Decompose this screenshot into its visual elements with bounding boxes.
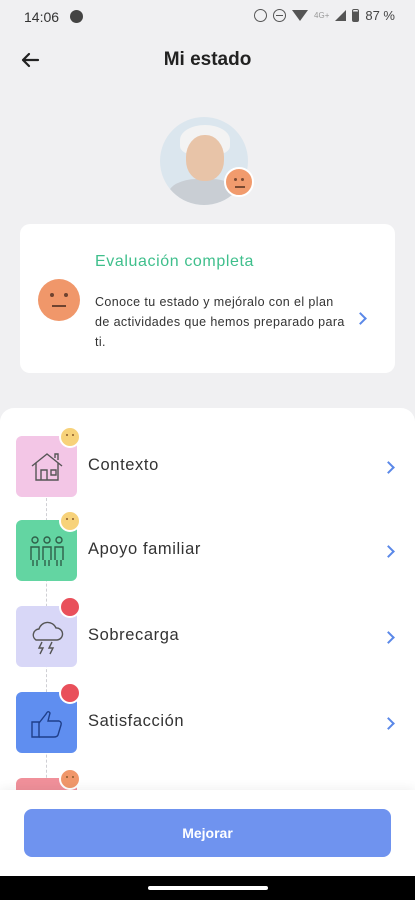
category-label: Satisfacción — [88, 712, 185, 730]
mood-bad-icon — [59, 596, 81, 618]
home-gesture-handle[interactable] — [148, 886, 268, 890]
battery-icon — [352, 9, 360, 22]
storm-cloud-icon — [32, 621, 64, 655]
chevron-right-icon — [354, 312, 367, 325]
app-header: Mi estado — [0, 34, 415, 86]
chevron-right-icon — [382, 545, 395, 558]
family-icon — [30, 536, 64, 566]
mejorar-button[interactable]: Mejorar — [24, 809, 391, 857]
avatar-mood-icon — [224, 167, 254, 197]
category-label: Contexto — [88, 456, 159, 474]
evaluation-title: Evaluación completa — [95, 253, 255, 270]
network-type: 4G+ — [314, 11, 330, 20]
status-time: 14:06 — [24, 9, 60, 25]
house-icon — [31, 453, 63, 481]
avatar-face — [186, 135, 224, 181]
categories-panel: Contexto Apoyo familiar Sobrecarga Satis… — [0, 408, 415, 808]
system-nav-bar — [0, 876, 415, 900]
category-item-satisfaccion[interactable]: Satisfacción — [0, 682, 415, 756]
evaluation-card[interactable]: Evaluación completa Conoce tu estado y m… — [20, 224, 395, 373]
page-title: Mi estado — [163, 49, 252, 70]
evaluation-text: Conoce tu estado y mejóralo con el plan … — [95, 295, 345, 349]
alarm-icon — [254, 9, 268, 22]
mood-bad-icon — [59, 682, 81, 704]
app-notification-icon — [70, 10, 83, 23]
chevron-right-icon — [382, 461, 395, 474]
mood-neutral-icon — [59, 510, 81, 532]
status-bar: 14:06 4G+ 87 % — [0, 0, 415, 34]
status-icons: 4G+ 87 % — [254, 8, 395, 23]
do-not-disturb-icon — [273, 9, 287, 22]
category-item-contexto[interactable]: Contexto — [0, 426, 415, 500]
mood-face-icon — [38, 279, 80, 321]
chevron-right-icon — [382, 631, 395, 644]
mood-moderate-icon — [59, 768, 81, 790]
mood-neutral-icon — [59, 426, 81, 448]
category-item-apoyo-familiar[interactable]: Apoyo familiar — [0, 510, 415, 584]
battery-level: 87 % — [365, 8, 395, 23]
bottom-action-bar: Mejorar — [0, 790, 415, 876]
category-label: Sobrecarga — [88, 626, 180, 644]
category-label: Apoyo familiar — [88, 540, 201, 558]
category-item-sobrecarga[interactable]: Sobrecarga — [0, 596, 415, 670]
chevron-right-icon — [382, 717, 395, 730]
signal-icon — [335, 10, 347, 21]
wifi-icon — [292, 10, 309, 21]
thumbs-up-icon — [31, 711, 62, 738]
